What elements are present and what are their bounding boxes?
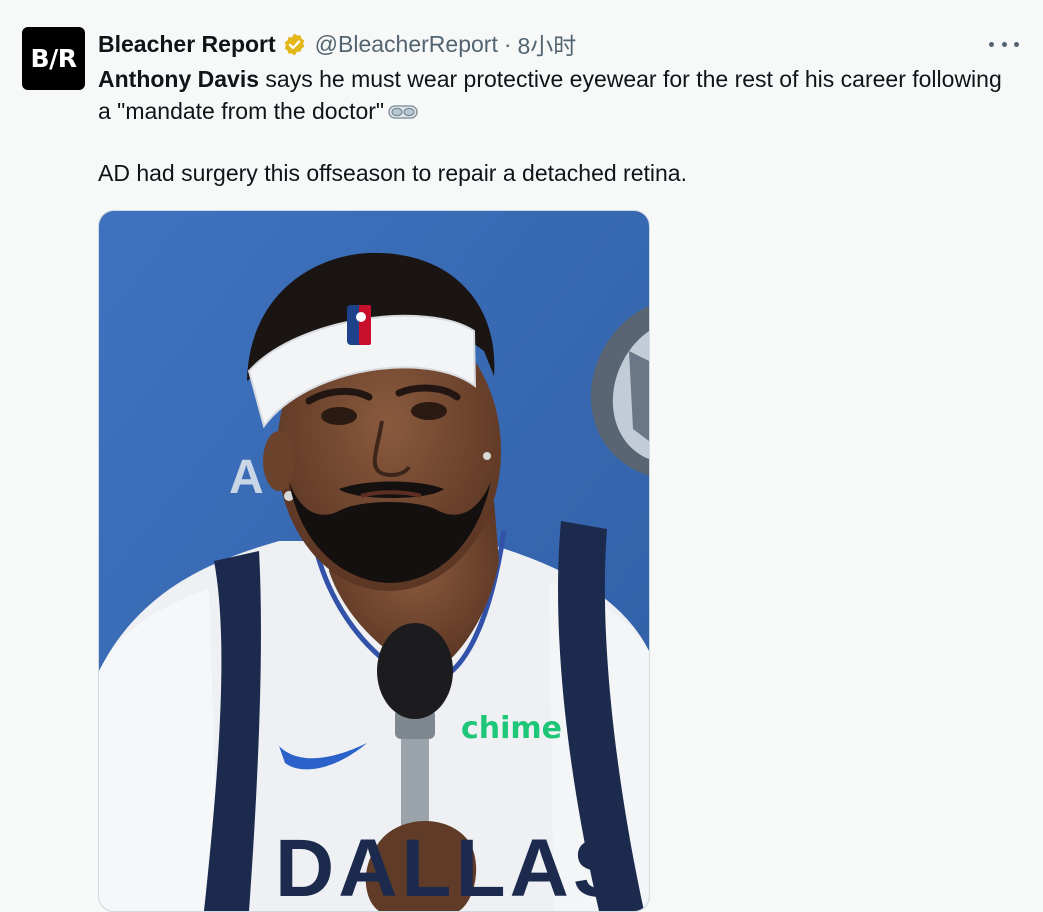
avatar-logo-text: B/R [30,44,77,73]
tweet-card[interactable]: B/R Bleacher Report @BleacherReport · 8小… [0,0,1043,912]
display-name[interactable]: Bleacher Report [98,31,276,58]
timestamp[interactable]: 8小时 [518,27,577,61]
separator-dot: · [503,30,512,57]
tweet-paragraph-1: Anthony Davis says he must wear protecti… [98,63,1018,127]
verified-badge-icon [282,32,307,57]
mention-name[interactable]: Anthony Davis [98,66,259,92]
tweet-media-image[interactable]: A chime DALLAS [98,210,650,912]
tweet-header: Bleacher Report @BleacherReport · 8小时 [98,28,576,60]
goggles-emoji-icon [388,97,418,119]
user-handle[interactable]: @BleacherReport [315,31,498,58]
avatar[interactable]: B/R [22,27,85,90]
tweet-paragraph-2: AD had surgery this offseason to repair … [98,160,687,186]
jersey-team-text: DALLAS [275,823,632,911]
nba-logo-icon [347,305,371,345]
backdrop-letter: A [229,451,264,504]
jersey-sponsor-text: chime [461,711,562,746]
more-options-icon[interactable] [989,36,1019,52]
tweet-text: Anthony Davis says he must wear protecti… [98,63,1018,189]
